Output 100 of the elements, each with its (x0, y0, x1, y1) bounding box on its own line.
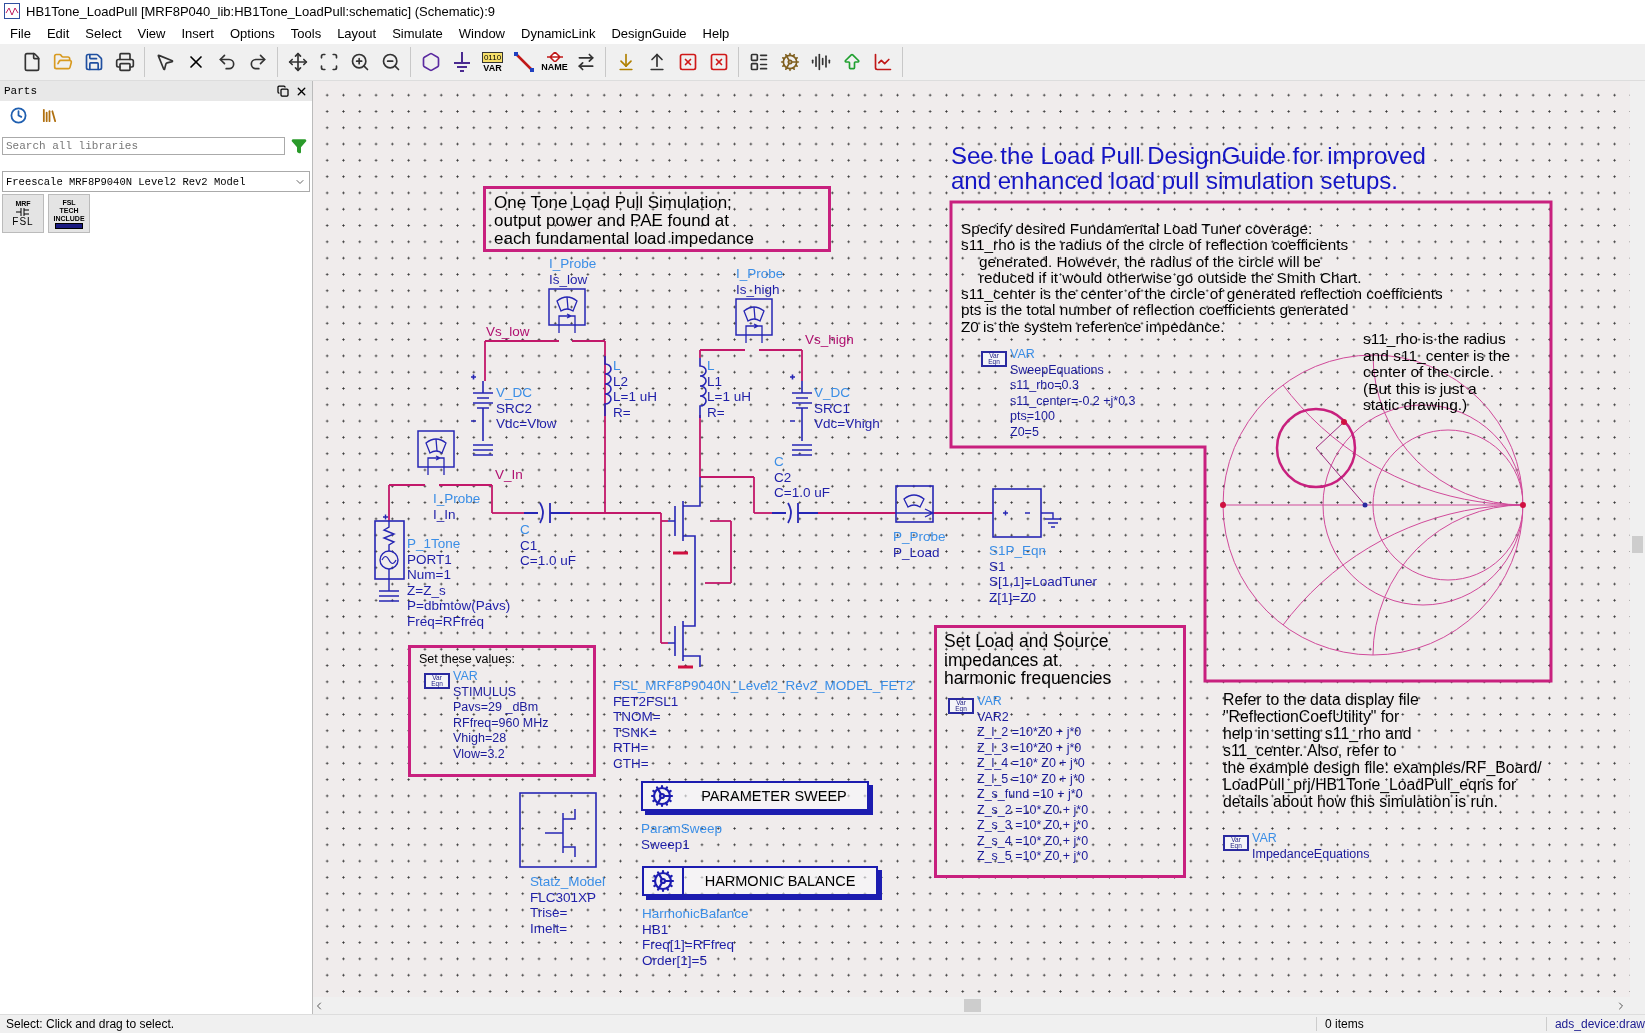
inductor-icon (604, 355, 612, 417)
folder-icon (52, 52, 73, 72)
menu-item[interactable]: Edit (38, 25, 78, 41)
bar-icon (55, 222, 83, 229)
note-text: "ReflectionCoefUtility" for (1223, 708, 1401, 725)
zoom-in-icon (349, 52, 370, 72)
scroll-thumb[interactable] (1632, 536, 1643, 553)
note-text: and s11_center is the (1363, 347, 1511, 364)
menu-item[interactable]: Insert (173, 25, 222, 41)
menu-item[interactable]: DesignGuide (603, 25, 695, 41)
pointer-icon (154, 52, 175, 72)
capacitor-icon (771, 502, 819, 524)
library-dropdown[interactable]: Freescale MRF8P9040N Level2 Rev2 Model (2, 171, 310, 192)
restore-icon[interactable] (277, 84, 289, 97)
component-parameter: L1 (707, 373, 724, 390)
component-type: Statz_Model (530, 874, 606, 890)
menu-item[interactable]: Tools (282, 25, 330, 41)
schematic-canvas[interactable] (313, 81, 1630, 997)
undo-icon (216, 52, 237, 72)
component-parameter: PORT1 (407, 551, 453, 568)
component-type: HarmonicBalance (642, 906, 749, 922)
component-parameter: R= (707, 404, 726, 421)
note-text: help in setting s11_rho and (1223, 725, 1413, 742)
component-parameter: Trise= (530, 905, 569, 921)
component-parameter: S1 (989, 558, 1007, 575)
component-type: C (520, 522, 531, 538)
name-button[interactable]: NAME (541, 48, 568, 76)
variable-line: Z_s_2 =10* Z0 + j*0 (977, 802, 1089, 818)
variable-line: RFfreq=960 MHz (453, 715, 549, 731)
transistor-icon (16, 208, 30, 216)
transistor-icon (667, 476, 701, 669)
port-source-icon (374, 513, 405, 592)
crossed-box-icon (677, 52, 698, 72)
component-parameter: C2 (774, 469, 793, 486)
menu-item[interactable]: Options (221, 25, 283, 41)
dc-source-icon (789, 373, 813, 442)
component-parameter: P=dbmtow(Pavs) (407, 598, 511, 614)
note-text: s11_center is the center of the circle of generated reflection coefficients (961, 286, 1443, 303)
component-parameter: C1 (520, 537, 539, 554)
note-text: s11_center. Also, refer to (1223, 742, 1398, 759)
variable-line: Z_s_5 =10* Z0 + j*0 (977, 849, 1089, 865)
up-arrow-icon (841, 52, 862, 72)
menu-item[interactable]: Select (77, 25, 130, 41)
component-type: I_Probe (736, 266, 784, 282)
dc-source-icon (470, 373, 494, 442)
books-icon[interactable] (41, 106, 58, 124)
power-probe-icon (895, 485, 934, 523)
scroll-thumb[interactable] (964, 999, 981, 1012)
variable-line: ImpedanceEquations (1252, 846, 1370, 862)
filter-icon[interactable] (291, 138, 307, 154)
controller-title: PARAMETER SWEEP (700, 788, 848, 804)
menu-item[interactable]: View (129, 25, 174, 41)
net-label: Vs_low (486, 324, 530, 339)
current-probe-icon (548, 288, 586, 334)
wire (932, 512, 994, 514)
component-parameter: Is_low (549, 271, 589, 288)
component-type: VAR (453, 669, 479, 685)
note-text: Refer to the data display file (1223, 691, 1420, 708)
variable-line: s11_center=-0.2 +j*0.3 (1010, 393, 1136, 409)
note-text: Z0 is the system reference impedance. (961, 318, 1226, 336)
menu-item[interactable]: File (2, 25, 39, 41)
menu-item[interactable]: Help (694, 25, 738, 41)
crossed-box-icon (708, 52, 729, 72)
note-text: each fundamental load impedance (494, 230, 755, 248)
variable-line: VAR2 (977, 709, 1010, 725)
variable-line: Z_l_3 =10*Z0 + j*0 (977, 740, 1083, 756)
variable-line: Pavs=29 _dBm (453, 700, 540, 716)
component-parameter: SRC1 (814, 400, 851, 417)
component-parameter: Sweep1 (641, 836, 691, 853)
component-type: L (707, 358, 716, 374)
menu-item[interactable]: Window (450, 25, 513, 41)
variable-line: Z_s_fund =10 + j*0 (977, 787, 1084, 803)
status-item-count: 0 items (1315, 1017, 1546, 1031)
variable-line: Z_l_2 =10*Z0 + j*0 (977, 725, 1083, 741)
component-parameter: Order[1]=5 (642, 952, 708, 969)
component-parameter: C=1.0 uF (774, 485, 830, 501)
menu-item[interactable]: Simulate (384, 25, 451, 41)
variable-line: Z_l_5 =10* Z0 + j*0 (977, 771, 1086, 787)
note-text: s11_rho is the radius of the circle of reflection coefficients (961, 237, 1350, 254)
diamond-icon (546, 52, 563, 62)
component-parameter: TSNK= (613, 724, 658, 741)
component-parameter: S[1,1]=LoadTuner (989, 574, 1097, 590)
component-parameter: C=1.0 uF (520, 553, 576, 569)
variable-line: Z_l_4 =10* Z0 + j*0 (977, 756, 1086, 772)
component-type: I_Probe (549, 256, 597, 272)
move-arrows-icon (287, 52, 308, 72)
var-button[interactable]: 0110 VAR (479, 48, 506, 76)
menu-item[interactable]: Layout (329, 25, 385, 41)
gear-icon (651, 869, 675, 893)
clock-icon[interactable] (10, 106, 27, 124)
search-field[interactable]: Search all libraries (2, 137, 285, 155)
component-parameter: Vdc=Vlow (496, 416, 557, 432)
inductor-icon (699, 357, 707, 419)
net-label: V_In (495, 467, 523, 482)
tile-label: FSL (12, 216, 34, 227)
variable-line: Z0=5 (1010, 424, 1040, 440)
component-type: P_Probe (893, 529, 946, 545)
printer-icon (114, 52, 135, 72)
note-text: reduced if it would otherwise go outside the Smith Chart. (978, 269, 1363, 287)
menu-item[interactable]: DynamicLink (513, 25, 604, 41)
